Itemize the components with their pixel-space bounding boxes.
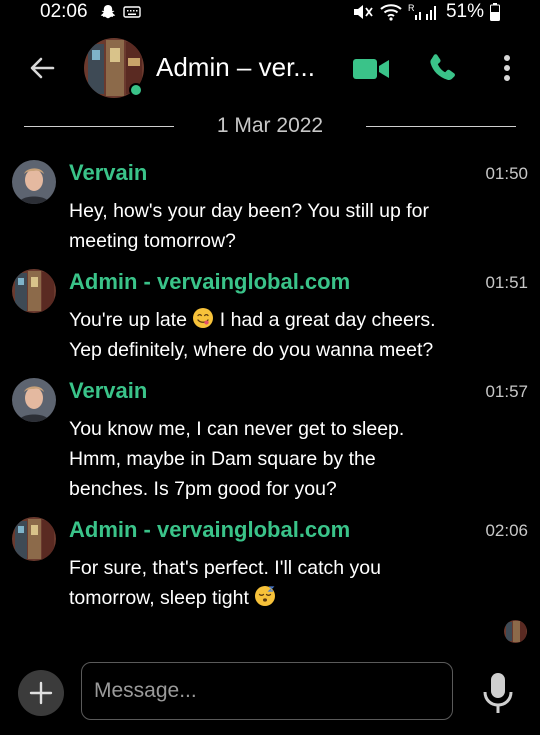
more-vert-icon[interactable] bbox=[498, 52, 516, 84]
read-receipt-avatar bbox=[504, 620, 527, 643]
chat-title[interactable]: Admin – ver... bbox=[156, 52, 315, 83]
status-right-icons: R 51% bbox=[352, 1, 500, 23]
message-composer bbox=[0, 658, 540, 735]
message-text-part: You're up late bbox=[69, 309, 187, 331]
message-line: For sure, that's perfect. I'll catch you bbox=[69, 557, 381, 579]
divider-line-right bbox=[366, 126, 516, 127]
message-time: 01:57 bbox=[485, 382, 528, 401]
sender-avatar[interactable] bbox=[12, 269, 56, 313]
message-line: You're up late I had a great day cheers. bbox=[69, 305, 489, 335]
wifi-icon bbox=[380, 4, 402, 21]
snapchat-icon bbox=[100, 5, 116, 19]
svg-text:R: R bbox=[408, 3, 415, 13]
battery-percent: 51% bbox=[445, 1, 484, 22]
keyboard-icon bbox=[123, 6, 141, 18]
message-time: 01:50 bbox=[485, 164, 528, 183]
sender-avatar[interactable] bbox=[12, 160, 56, 204]
plus-icon bbox=[29, 681, 53, 705]
date-label: 1 Mar 2022 bbox=[216, 114, 324, 137]
signal-icon: R bbox=[408, 3, 436, 20]
message-text: Hey, how's your day been? You still up f… bbox=[69, 196, 489, 256]
message-line: benches. Is 7pm good for you? bbox=[69, 478, 337, 500]
message-input[interactable] bbox=[81, 662, 453, 720]
message-text-part: tomorrow, sleep tight bbox=[69, 587, 249, 609]
contact-avatar[interactable] bbox=[84, 38, 144, 98]
message-line: tomorrow, sleep tight bbox=[69, 583, 489, 613]
message-line: Hmm, maybe in Dam square by the bbox=[69, 448, 376, 470]
microphone-icon[interactable] bbox=[480, 670, 516, 716]
mute-icon bbox=[353, 5, 373, 19]
message-line: You know me, I can never get to sleep. bbox=[69, 418, 405, 440]
message-text: You're up late I had a great day cheers.… bbox=[69, 305, 489, 365]
sender-name: Vervain bbox=[69, 160, 148, 185]
divider-line-left bbox=[24, 126, 174, 127]
sender-avatar[interactable] bbox=[12, 517, 56, 561]
status-time: 02:06 bbox=[40, 1, 88, 22]
battery-icon bbox=[490, 3, 500, 21]
message-text: For sure, that's perfect. I'll catch you… bbox=[69, 553, 489, 613]
message-line: Yep definitely, where do you wanna meet? bbox=[69, 339, 434, 361]
message-item[interactable]: Vervain 01:50 Hey, how's your day been? … bbox=[0, 160, 540, 260]
status-left-icons bbox=[99, 3, 141, 21]
message-time: 01:51 bbox=[485, 273, 528, 292]
phone-icon[interactable] bbox=[428, 52, 458, 84]
online-indicator bbox=[129, 83, 143, 97]
message-item[interactable]: Admin - vervainglobal.com 02:06 For sure… bbox=[0, 517, 540, 617]
message-line: meeting tomorrow? bbox=[69, 230, 236, 252]
video-call-icon[interactable] bbox=[352, 54, 390, 84]
attach-button[interactable] bbox=[18, 670, 64, 716]
sender-name: Admin - vervainglobal.com bbox=[69, 517, 351, 542]
sender-name: Vervain bbox=[69, 378, 148, 403]
date-divider: 1 Mar 2022 bbox=[0, 112, 540, 142]
sender-name: Admin - vervainglobal.com bbox=[69, 269, 351, 294]
sleeping-face-emoji-icon bbox=[255, 586, 276, 606]
message-time: 02:06 bbox=[485, 521, 528, 540]
message-line: Hey, how's your day been? You still up f… bbox=[69, 200, 429, 222]
status-bar: 02:06 R 51% bbox=[0, 0, 540, 26]
back-arrow-icon[interactable] bbox=[26, 52, 58, 84]
message-text: You know me, I can never get to sleep. H… bbox=[69, 414, 489, 504]
message-text-part: I had a great day cheers. bbox=[219, 309, 436, 331]
sender-avatar[interactable] bbox=[12, 378, 56, 422]
chat-header: Admin – ver... bbox=[0, 30, 540, 110]
message-item[interactable]: Vervain 01:57 You know me, I can never g… bbox=[0, 378, 540, 508]
message-item[interactable]: Admin - vervainglobal.com 01:51 You're u… bbox=[0, 269, 540, 369]
yum-face-emoji-icon bbox=[193, 308, 214, 328]
